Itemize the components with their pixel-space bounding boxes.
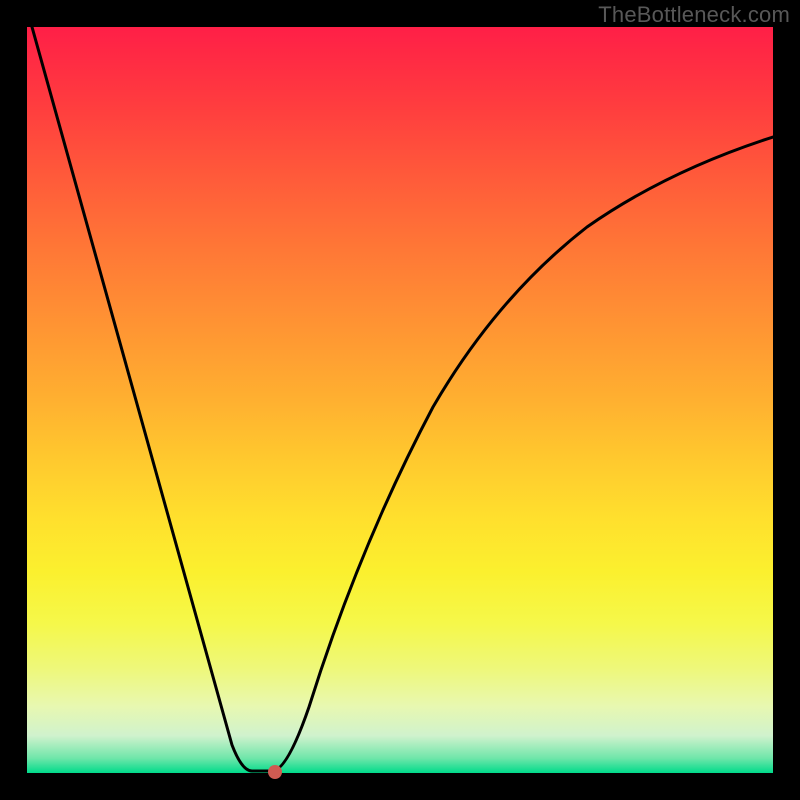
- watermark-text: TheBottleneck.com: [598, 2, 790, 28]
- optimal-point-marker: [268, 765, 282, 779]
- chart-frame: TheBottleneck.com: [0, 0, 800, 800]
- bottleneck-curve: [27, 27, 773, 773]
